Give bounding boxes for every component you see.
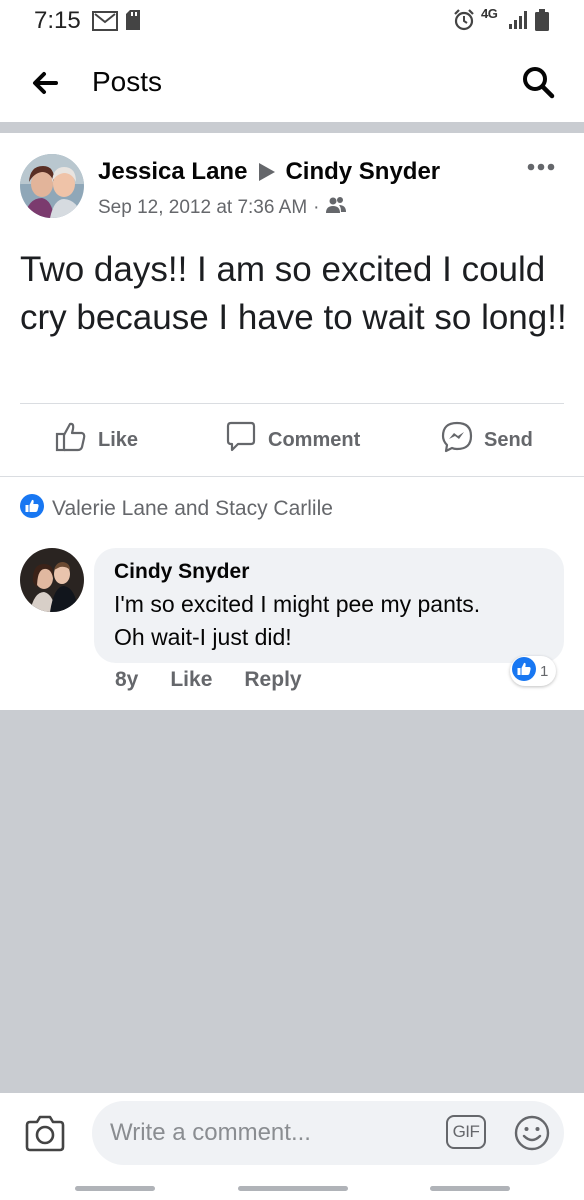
camera-icon[interactable] <box>24 1115 66 1153</box>
comment-icon <box>224 420 258 460</box>
comment-age: 8y <box>115 668 139 691</box>
messenger-icon <box>440 420 474 460</box>
arrow-right-icon <box>255 161 277 183</box>
comment-text-line: Oh wait-I just did! <box>114 624 292 650</box>
network-label: 4G <box>481 6 498 21</box>
reactions-names: Valerie Lane and Stacy Carlile <box>52 497 333 520</box>
comment-bubble[interactable]: Cindy Snyder I'm so excited I might pee … <box>94 548 564 663</box>
comment-reaction-badge[interactable]: 1 <box>510 656 557 686</box>
send-button[interactable]: Send <box>440 420 533 460</box>
commenter-avatar[interactable] <box>20 548 84 612</box>
status-time: 7:15 <box>34 7 81 34</box>
comment-button[interactable]: Comment <box>224 420 360 460</box>
comment-reaction-count: 1 <box>540 662 549 680</box>
back-arrow-icon[interactable] <box>28 66 62 100</box>
signal-icon <box>508 10 530 35</box>
thumbs-up-icon <box>54 420 88 460</box>
author-name[interactable]: Jessica Lane <box>98 158 247 186</box>
comment-reply-button[interactable]: Reply <box>244 668 301 692</box>
friends-icon[interactable] <box>325 196 346 220</box>
recipient-name[interactable]: Cindy Snyder <box>285 158 440 186</box>
post-header-names: Jessica Lane Cindy Snyder <box>98 158 440 186</box>
emoji-icon[interactable] <box>514 1115 550 1151</box>
comment-text: I'm so excited I might pee my pants. Oh … <box>114 588 544 654</box>
comment-label: Comment <box>268 428 361 451</box>
alarm-icon <box>452 8 476 37</box>
like-button[interactable]: Like <box>54 420 138 460</box>
gif-button[interactable]: GIF <box>446 1115 486 1149</box>
send-label: Send <box>484 428 533 451</box>
like-reaction-icon <box>20 494 44 524</box>
reactions-summary[interactable]: Valerie Lane and Stacy Carlile <box>20 494 333 524</box>
like-reaction-icon <box>512 657 536 685</box>
post-timestamp[interactable]: Sep 12, 2012 at 7:36 AM <box>98 197 307 219</box>
comment-input[interactable] <box>92 1101 564 1165</box>
battery-icon <box>535 9 549 36</box>
sd-card-icon <box>126 10 140 35</box>
author-avatar[interactable] <box>20 154 84 218</box>
divider <box>0 476 584 477</box>
meta-dot: · <box>313 197 320 218</box>
comment-text-line: I'm so excited I might pee my pants. <box>114 591 481 617</box>
post-meta: Sep 12, 2012 at 7:36 AM · <box>98 196 346 220</box>
divider <box>20 403 564 404</box>
status-bar: 7:15 4G <box>0 0 584 42</box>
comment-like-button[interactable]: Like <box>170 668 212 692</box>
post-body-text: Two days!! I am so excited I could cry b… <box>20 250 567 337</box>
comment-author[interactable]: Cindy Snyder <box>114 560 544 584</box>
gmail-icon <box>92 11 118 36</box>
system-nav-indicator[interactable] <box>75 1186 155 1191</box>
comment-composer: GIF <box>0 1093 584 1200</box>
system-nav-indicator[interactable] <box>238 1186 348 1191</box>
like-label: Like <box>98 428 139 451</box>
page-title: Posts <box>92 66 163 97</box>
section-divider <box>0 122 584 133</box>
search-icon[interactable] <box>520 64 556 100</box>
system-nav-indicator[interactable] <box>430 1186 510 1191</box>
comment-actions: 8y Like Reply <box>115 668 302 692</box>
empty-feed-area <box>0 710 584 1093</box>
more-options-icon[interactable] <box>526 160 556 174</box>
top-navigation: Posts <box>0 42 584 122</box>
